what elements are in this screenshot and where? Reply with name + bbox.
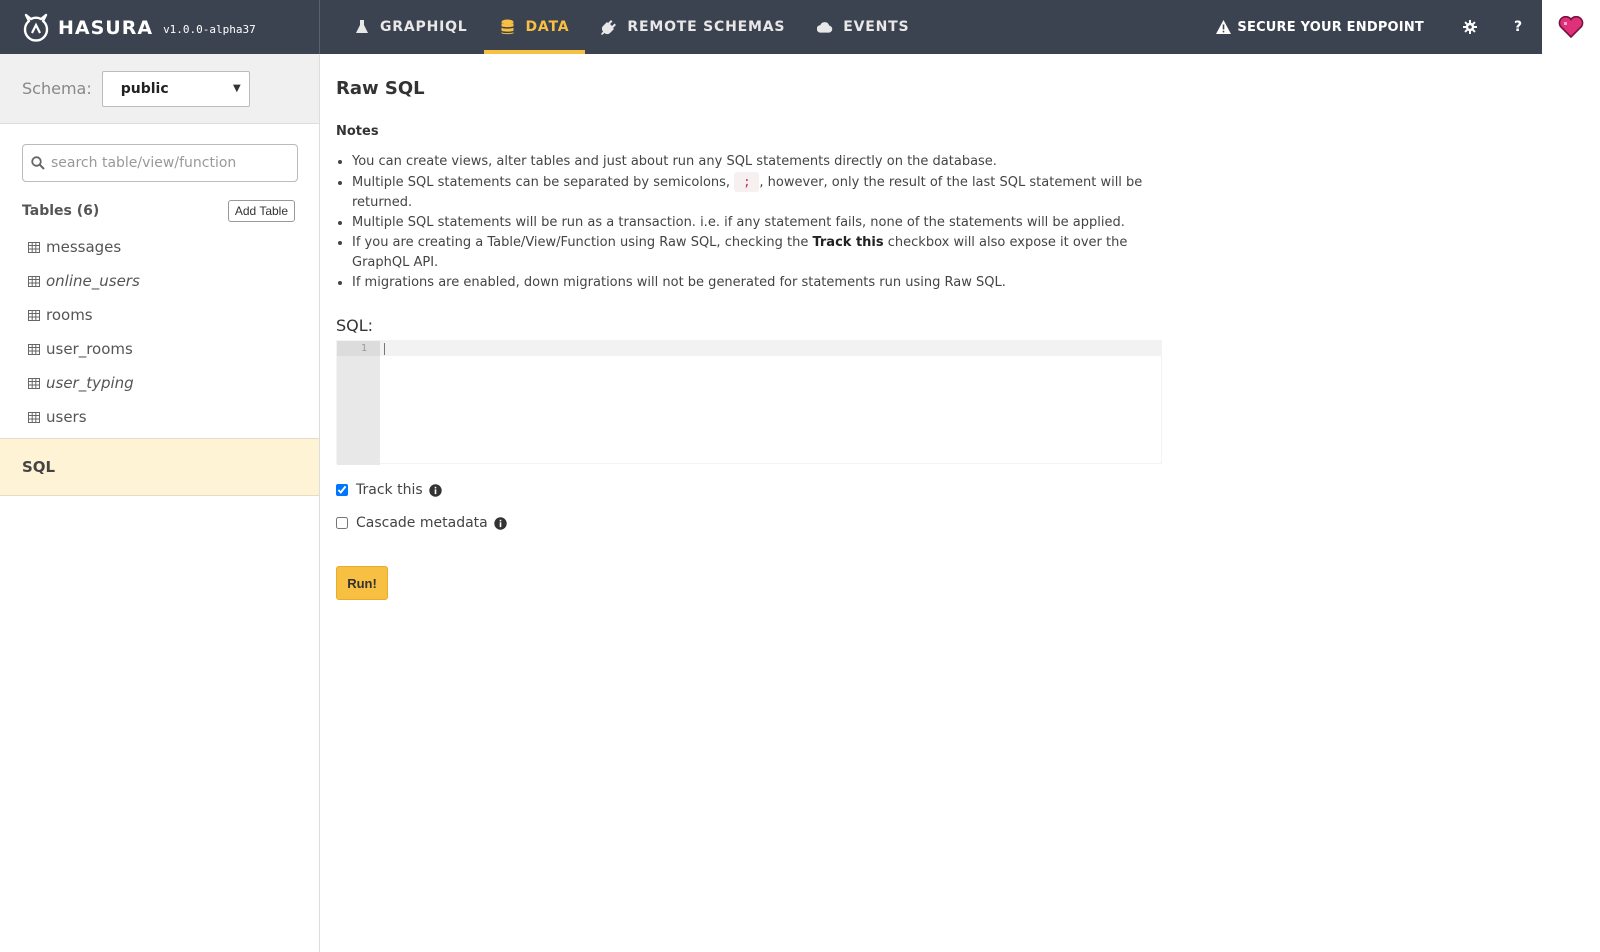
hasura-logo-icon [23, 13, 49, 42]
note-item: If migrations are enabled, down migratio… [352, 273, 1172, 293]
sidebar-item-sql[interactable]: SQL [0, 438, 319, 496]
table-item-online-users[interactable]: online_users [0, 264, 319, 298]
editor-active-line [380, 341, 1161, 356]
tables-title: Tables (6) [22, 203, 100, 219]
heart-icon [1558, 16, 1584, 38]
search-icon [31, 156, 45, 170]
run-button[interactable]: Run! [336, 566, 388, 600]
version-label: v1.0.0-alpha37 [163, 23, 256, 36]
note-text: If you are creating a Table/View/Functio… [352, 235, 813, 250]
database-icon [500, 19, 516, 35]
tab-label: GRAPHIQL [380, 19, 468, 35]
table-name: online_users [46, 272, 140, 290]
table-item-messages[interactable]: messages [0, 230, 319, 264]
track-this-checkbox[interactable] [336, 484, 348, 496]
tab-label: DATA [525, 19, 570, 35]
tab-label: EVENTS [843, 19, 910, 35]
settings-button[interactable] [1446, 0, 1494, 54]
editor-gutter [337, 341, 380, 465]
search-input[interactable]: search table/view/function [22, 144, 298, 182]
tab-data[interactable]: DATA [483, 0, 586, 54]
table-item-rooms[interactable]: rooms [0, 298, 319, 332]
main-content: Raw SQL Notes You can create views, alte… [336, 54, 1600, 952]
editor-line-number: 1 [360, 343, 367, 354]
table-icon [28, 241, 40, 253]
gear-icon [1463, 20, 1477, 34]
tables-header: Tables (6) Add Table [22, 200, 295, 222]
note-text: Multiple SQL statements can be separated… [352, 175, 735, 190]
plug-icon [601, 19, 617, 35]
table-icon [28, 377, 40, 389]
warning-icon [1216, 20, 1232, 34]
tab-remote-schemas[interactable]: REMOTE SCHEMAS [585, 0, 801, 54]
tab-graphiql[interactable]: GRAPHIQL [338, 0, 484, 54]
table-icon [28, 309, 40, 321]
sidebar: Schema: public ▼ search table/view/funct… [0, 54, 320, 952]
secure-endpoint-link[interactable]: SECURE YOUR ENDPOINT [1194, 20, 1446, 35]
note-item: You can create views, alter tables and j… [352, 152, 1172, 172]
table-list: messages online_users rooms user_rooms u… [0, 230, 319, 434]
table-icon [28, 343, 40, 355]
table-name: users [46, 408, 87, 426]
info-icon[interactable] [428, 483, 442, 497]
help-button[interactable]: ? [1494, 0, 1542, 54]
semicolon-code: ; [734, 172, 760, 192]
schema-row: Schema: public ▼ [0, 54, 319, 124]
editor-cursor [384, 343, 385, 355]
table-name: user_rooms [46, 340, 133, 358]
cascade-metadata-label: Cascade metadata [356, 515, 488, 531]
cloud-icon [817, 19, 833, 35]
track-this-row[interactable]: Track this [336, 482, 442, 498]
caret-down-icon: ▼ [233, 83, 241, 94]
add-table-button[interactable]: Add Table [227, 200, 295, 222]
cascade-metadata-row[interactable]: Cascade metadata [336, 515, 507, 531]
note-text: If migrations are enabled, down migratio… [352, 275, 1006, 290]
flask-icon [354, 19, 370, 35]
note-text: Multiple SQL statements will be run as a… [352, 215, 1125, 230]
note-item: Multiple SQL statements can be separated… [352, 172, 1172, 213]
notes-list: You can create views, alter tables and j… [352, 152, 1172, 293]
heart-button[interactable] [1542, 0, 1600, 54]
note-item: If you are creating a Table/View/Functio… [352, 233, 1172, 273]
help-label: ? [1513, 19, 1523, 35]
logo-text: HASURA [58, 17, 154, 39]
track-this-label: Track this [356, 482, 423, 498]
cascade-metadata-checkbox[interactable] [336, 517, 348, 529]
schema-select[interactable]: public ▼ [101, 70, 250, 107]
table-item-users[interactable]: users [0, 400, 319, 434]
info-icon[interactable] [494, 516, 507, 530]
sql-editor[interactable]: 1 [336, 340, 1162, 465]
table-name: user_typing [46, 374, 134, 392]
nav-right: SECURE YOUR ENDPOINT ? [1194, 0, 1600, 54]
note-item: Multiple SQL statements will be run as a… [352, 213, 1172, 233]
search-placeholder: search table/view/function [51, 155, 237, 171]
schema-value: public [120, 80, 169, 97]
table-item-user-rooms[interactable]: user_rooms [0, 332, 319, 366]
nav-tabs: GRAPHIQL DATA REMOTE SCHEMAS EVENTS [338, 0, 925, 54]
logo[interactable]: HASURA v1.0.0-alpha37 [0, 0, 320, 54]
sql-link-label: SQL [22, 458, 56, 476]
note-bold: Track this [812, 235, 884, 250]
table-name: messages [46, 238, 122, 256]
schema-label: Schema: [22, 79, 92, 98]
top-navbar: HASURA v1.0.0-alpha37 GRAPHIQL DATA REMO… [0, 0, 1600, 54]
tab-events[interactable]: EVENTS [801, 0, 925, 54]
table-name: rooms [46, 306, 93, 324]
secure-endpoint-label: SECURE YOUR ENDPOINT [1237, 19, 1424, 35]
table-icon [28, 275, 40, 287]
tab-label: REMOTE SCHEMAS [627, 19, 786, 35]
table-item-user-typing[interactable]: user_typing [0, 366, 319, 400]
table-icon [28, 411, 40, 423]
note-text: You can create views, alter tables and j… [352, 154, 997, 169]
sql-editor-label: SQL: [336, 316, 374, 335]
notes-title: Notes [336, 124, 379, 139]
page-title: Raw SQL [336, 78, 425, 99]
